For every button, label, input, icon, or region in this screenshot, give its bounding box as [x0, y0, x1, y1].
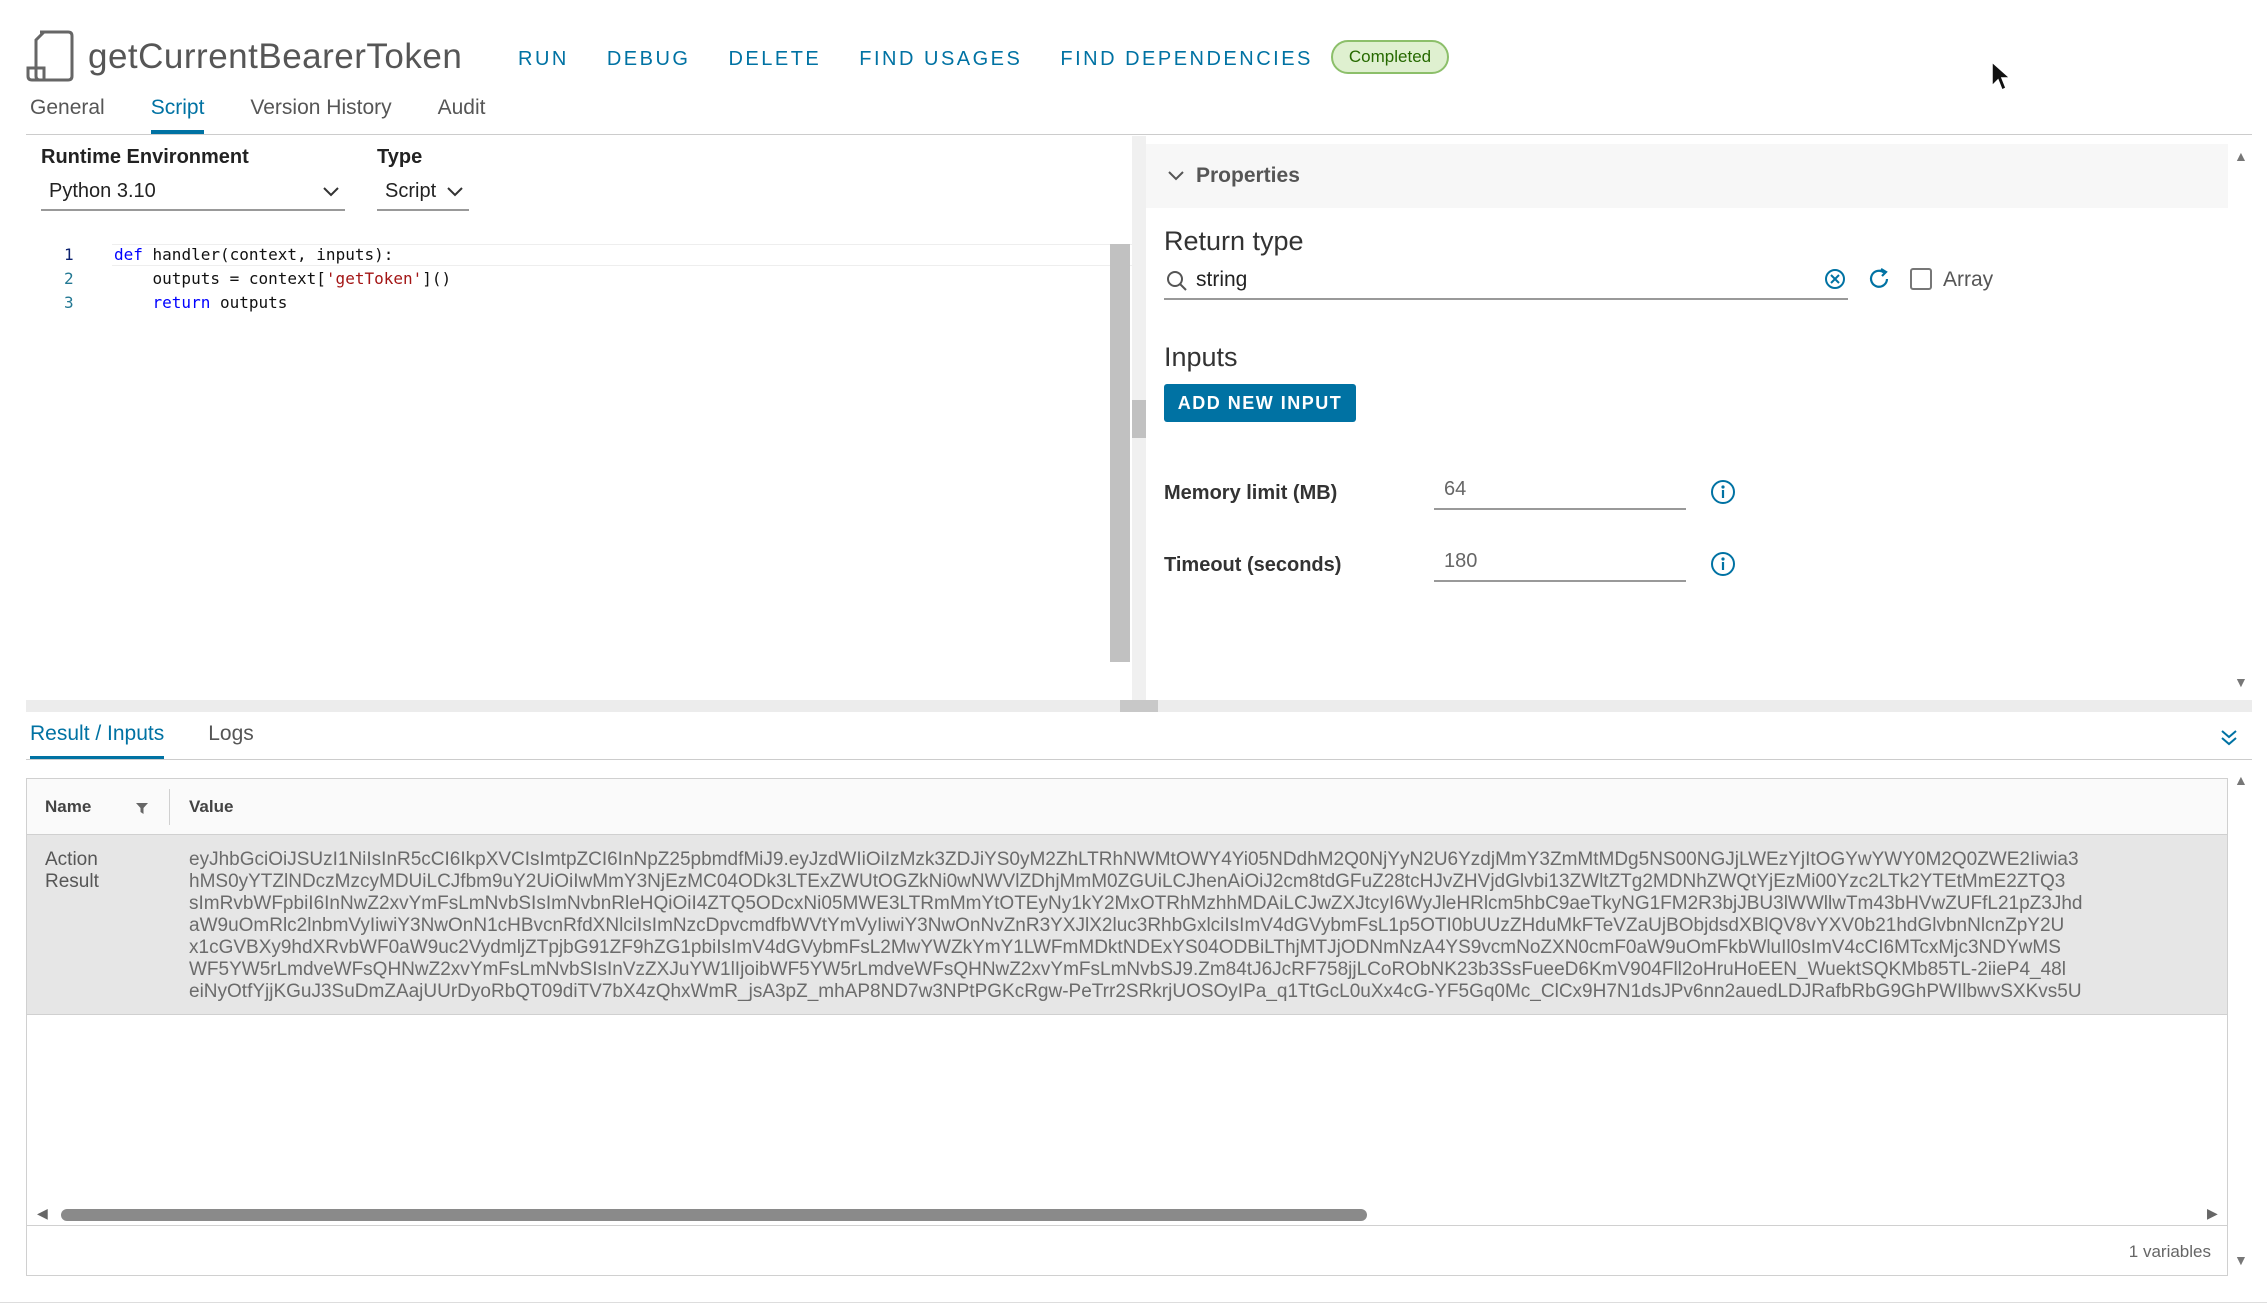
splitter-handle[interactable]	[1120, 700, 1158, 712]
timeout-label: Timeout (seconds)	[1164, 554, 1342, 576]
tab-version-history[interactable]: Version History	[250, 96, 391, 134]
datagrid-footer: 1 variables	[27, 1225, 2227, 1275]
code-line-1: def handler(context, inputs):	[114, 245, 394, 264]
delete-button[interactable]: DELETE	[728, 48, 821, 71]
scroll-down-arrow-icon[interactable]: ▼	[2234, 1252, 2248, 1268]
memory-limit-input[interactable]: 64	[1434, 472, 1686, 510]
column-header-value[interactable]: Value	[189, 797, 233, 817]
column-header-name[interactable]: Name	[45, 797, 91, 817]
result-datagrid: Name Value Action Result eyJhbGciOiJSUzI…	[26, 778, 2228, 1276]
script-document-icon	[26, 30, 74, 82]
scroll-right-arrow-icon[interactable]: ▶	[2207, 1205, 2218, 1222]
mouse-cursor-icon	[1991, 60, 2012, 92]
properties-section-header[interactable]: Properties	[1146, 144, 2228, 208]
table-row[interactable]: Action Result eyJhbGciOiJSUzI1NiIsInR5cC…	[27, 835, 2227, 1015]
run-button[interactable]: RUN	[518, 48, 569, 71]
tab-audit[interactable]: Audit	[438, 96, 486, 134]
page-title: getCurrentBearerToken	[88, 37, 463, 76]
find-usages-button[interactable]: FIND USAGES	[859, 48, 1022, 71]
tab-result-inputs[interactable]: Result / Inputs	[30, 722, 165, 760]
code-line-3: return outputs	[152, 293, 288, 312]
return-type-title: Return type	[1164, 226, 1304, 256]
runtime-label: Runtime Environment	[41, 146, 249, 168]
chevron-down-icon	[323, 186, 339, 196]
horizontal-scrollbar-thumb[interactable]	[61, 1209, 1367, 1221]
value-line: WF5YW5rLmdveWFsQHNwZ2xvYmFsLmNvbSIsInVzZ…	[189, 959, 2066, 980]
value-line: eiNyOtfYjjKGuJ3SuDmZAajUUrDyoRbQT09diTV7…	[189, 981, 2082, 1002]
datagrid-header: Name Value	[27, 779, 2227, 835]
chevron-down-icon	[447, 186, 463, 196]
scroll-up-arrow-icon[interactable]: ▲	[2234, 772, 2248, 788]
double-chevron-down-icon[interactable]	[2218, 726, 2240, 748]
inputs-title: Inputs	[1164, 342, 1238, 372]
value-line: hMS0yYTZlNDczMzcyMDUiLCJfbm9uY2UiOiIwMmY…	[189, 871, 2066, 892]
line-number: 3	[64, 293, 74, 312]
properties-label: Properties	[1196, 164, 1300, 187]
type-select[interactable]: Script	[377, 180, 469, 211]
info-icon[interactable]	[1710, 551, 1736, 577]
runtime-value: Python 3.10	[49, 180, 156, 202]
editor-scrollbar[interactable]	[1110, 244, 1130, 662]
variables-count: 1 variables	[2128, 1242, 2211, 1261]
timeout-input[interactable]: 180	[1434, 544, 1686, 582]
refresh-icon[interactable]	[1866, 266, 1892, 292]
main-tabs: General Script Version History Audit	[30, 96, 532, 134]
runtime-select[interactable]: Python 3.10	[41, 180, 345, 211]
column-separator[interactable]	[169, 789, 170, 825]
status-badge: Completed	[1330, 40, 1450, 74]
row-name-cell: Action Result	[45, 849, 99, 892]
debug-button[interactable]: DEBUG	[607, 48, 691, 71]
page-header: getCurrentBearerToken RUN DEBUG DELETE F…	[0, 0, 2267, 136]
array-checkbox[interactable]	[1910, 268, 1932, 290]
scroll-up-arrow-icon[interactable]: ▲	[2234, 148, 2248, 164]
splitter-handle[interactable]	[1132, 400, 1146, 438]
tab-script[interactable]: Script	[150, 96, 205, 134]
array-label: Array	[1943, 268, 1994, 291]
header-divider	[26, 134, 2252, 135]
type-value: Script	[385, 180, 437, 202]
clear-circle-icon[interactable]	[1824, 268, 1846, 290]
row-value-cell: eyJhbGciOiJSUzI1NiIsInR5cCI6IkpXVCIsImtp…	[189, 849, 2227, 1003]
value-line: x1cGVBXy9hdXRvbWF0aW9uc2VydmljZTpjbG91ZF…	[189, 937, 2061, 958]
memory-limit-label: Memory limit (MB)	[1164, 482, 1338, 504]
result-tabs-divider	[26, 759, 2252, 760]
line-number: 2	[64, 269, 74, 288]
info-icon[interactable]	[1710, 479, 1736, 505]
chevron-down-icon	[1168, 171, 1184, 181]
value-line: aW9uOmRlc2lnbmVyIiwiY3NwOnN1cHBvcnRfdXNl…	[189, 915, 2065, 936]
scroll-down-arrow-icon[interactable]: ▼	[2234, 674, 2248, 690]
line-number-gutter: 1 2 3	[26, 244, 116, 702]
return-type-input[interactable]: string	[1164, 262, 1848, 300]
value-line: eyJhbGciOiJSUzI1NiIsInR5cCI6IkpXVCIsImtp…	[189, 849, 2079, 870]
line-number: 1	[64, 245, 74, 264]
tab-logs[interactable]: Logs	[208, 722, 254, 760]
type-label: Type	[377, 146, 423, 168]
scroll-left-arrow-icon[interactable]: ◀	[37, 1205, 48, 1222]
return-type-value: string	[1196, 268, 1248, 291]
page-bottom-divider	[0, 1302, 2267, 1303]
action-toolbar: RUN DEBUG DELETE FIND USAGES FIND DEPEND…	[518, 40, 1450, 74]
tab-general[interactable]: General	[30, 96, 105, 134]
search-icon	[1167, 271, 1187, 291]
find-dependencies-button[interactable]: FIND DEPENDENCIES	[1060, 48, 1313, 71]
code-line-2: outputs = context['getToken']()	[114, 269, 452, 288]
filter-icon[interactable]	[135, 801, 149, 815]
code-editor[interactable]: 1 2 3 def handler(context, inputs): outp…	[26, 244, 1136, 702]
value-line: sImRvbWFpbiI6InNwZ2xvYmFsLmNvbSIsImNvbnR…	[189, 893, 2083, 914]
add-new-input-button[interactable]: ADD NEW INPUT	[1164, 384, 1356, 422]
result-tabs: Result / Inputs Logs	[30, 722, 298, 760]
